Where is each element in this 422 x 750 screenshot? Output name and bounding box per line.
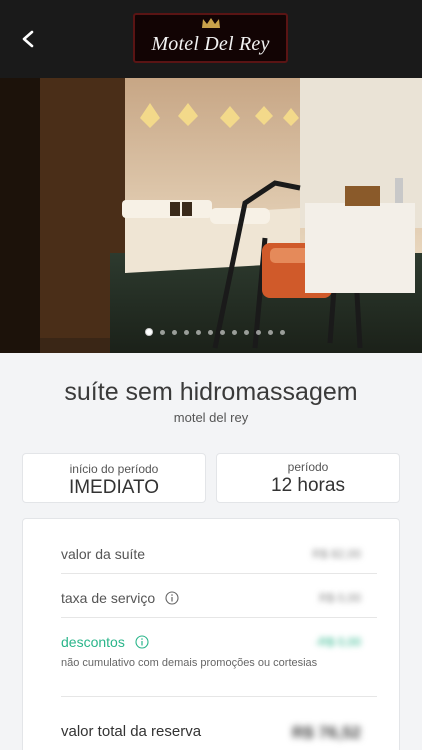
motel-name: motel del rey xyxy=(173,410,249,425)
period-card[interactable]: período 12 horas xyxy=(216,453,400,503)
info-circle-icon[interactable] xyxy=(135,635,149,649)
period-label: período xyxy=(287,460,329,474)
gallery-dot[interactable] xyxy=(172,329,177,335)
gallery-dot[interactable] xyxy=(184,329,189,335)
start-period-value: IMEDIATO xyxy=(68,477,160,498)
period-value: 12 horas xyxy=(271,475,345,496)
gallery-dot[interactable] xyxy=(196,329,201,335)
start-period-card[interactable]: início do período IMEDIATO xyxy=(22,453,206,503)
gallery-dot[interactable] xyxy=(232,329,237,335)
service-fee-row: taxa de serviço xyxy=(61,590,179,606)
chevron-left-icon xyxy=(22,30,34,48)
gallery-dot-active[interactable] xyxy=(145,328,153,336)
info-circle-icon[interactable] xyxy=(165,591,179,605)
total-value: R$ 76,52 xyxy=(292,723,361,742)
suite-photo-image xyxy=(0,78,422,353)
divider xyxy=(61,617,377,618)
total-label: valor total da reserva xyxy=(61,723,202,740)
brand-logo: Motel Del Rey xyxy=(133,13,288,63)
gallery-dot[interactable] xyxy=(280,329,285,335)
crown-icon xyxy=(202,18,220,28)
suite-title: suíte sem hidromassagem xyxy=(64,378,358,406)
divider xyxy=(61,573,377,574)
discounts-value: -R$ 0,00 xyxy=(314,635,361,649)
gallery-dot[interactable] xyxy=(268,329,273,335)
app-header: Motel Del Rey xyxy=(0,0,422,78)
divider xyxy=(61,696,377,697)
suite-value: R$ 82,00 xyxy=(312,547,361,561)
service-fee-value: R$ 0,00 xyxy=(318,591,361,605)
suite-value-label: valor da suíte xyxy=(61,546,146,562)
discounts-note: não cumulativo com demais promoções ou c… xyxy=(61,657,318,669)
service-fee-label: taxa de serviço xyxy=(61,590,156,606)
gallery-dot[interactable] xyxy=(244,329,249,335)
gallery-dot[interactable] xyxy=(208,329,213,335)
gallery-dot[interactable] xyxy=(160,329,165,335)
brand-name: Motel Del Rey xyxy=(151,33,270,55)
gallery-dot[interactable] xyxy=(220,329,225,335)
discounts-row: descontos xyxy=(61,634,149,650)
suite-photo[interactable] xyxy=(0,78,422,353)
start-period-label: início do período xyxy=(69,462,159,476)
back-button[interactable] xyxy=(14,24,44,54)
gallery-pagination[interactable] xyxy=(145,328,292,336)
gallery-dot[interactable] xyxy=(256,329,261,335)
discounts-label: descontos xyxy=(61,634,125,650)
price-summary-card: valor da suíte R$ 82,00 taxa de serviço … xyxy=(22,518,400,750)
